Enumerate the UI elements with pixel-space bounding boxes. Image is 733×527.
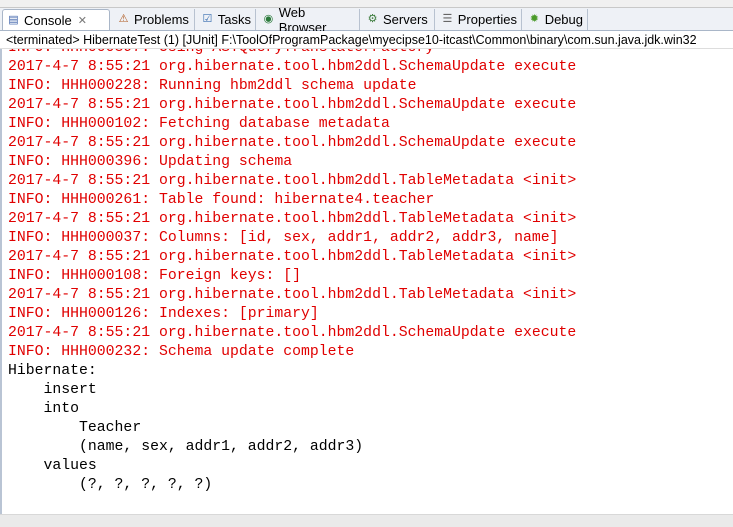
tab-label: Console [24,12,72,28]
tab-label: Debug [544,12,583,27]
console-line: 2017-4-7 8:55:21 org.hibernate.tool.hbm2… [8,325,577,341]
bug-icon: ✹ [529,13,539,25]
console-line: Teacher [8,420,142,436]
console-line: insert [8,382,106,398]
console-line: 2017-4-7 8:55:21 org.hibernate.tool.hbm2… [8,135,577,151]
tab-debug[interactable]: ✹ Debug [524,9,588,30]
console-lines: INFO: HHH000397: Using ASTQueryTranslato… [8,49,576,495]
top-edge [0,0,733,8]
console-icon: ▤ [8,13,19,26]
console-line: values [8,458,97,474]
console-line: Hibernate: [8,363,106,379]
console-line: INFO: HHH000126: Indexes: [primary] [8,306,319,322]
tab-label: Problems [134,12,189,27]
console-line: INFO: HHH000037: Columns: [id, sex, addr… [8,230,559,246]
console-line: INFO: HHH000108: Foreign keys: [] [8,268,302,284]
console-line: 2017-4-7 8:55:21 org.hibernate.tool.hbm2… [8,59,577,75]
tab-problems[interactable]: ⚠ Problems [113,9,195,30]
tab-properties[interactable]: ☰ Properties [437,9,522,30]
tab-servers[interactable]: ⚙ Servers [362,9,435,30]
console-line: 2017-4-7 8:55:21 org.hibernate.tool.hbm2… [8,97,577,113]
tab-tasks[interactable]: ☑ Tasks [197,9,256,30]
console-line: INFO: HHH000396: Updating schema [8,154,293,170]
close-icon[interactable]: ✕ [78,14,87,27]
console-line: (name, sex, addr1, addr2, addr3) [8,439,373,455]
tasks-icon: ☑ [202,13,213,25]
console-line: INFO: HHH000261: Table found: hibernate4… [8,192,435,208]
tab-label: Tasks [217,12,251,27]
console-line: INFO: HHH000232: Schema update complete [8,344,355,360]
console-line: 2017-4-7 8:55:21 org.hibernate.tool.hbm2… [8,173,577,189]
horizontal-scrollbar[interactable] [0,514,733,527]
servers-icon: ⚙ [367,13,378,25]
tab-label: Servers [383,12,428,27]
properties-icon: ☰ [442,13,453,25]
console-status-line: <terminated> HibernateTest (1) [JUnit] F… [0,31,733,49]
tab-web-browser[interactable]: ◉ Web Browser [258,5,360,35]
console-line: 2017-4-7 8:55:21 org.hibernate.tool.hbm2… [8,249,577,265]
console-line: INFO: HHH000228: Running hbm2ddl schema … [8,78,417,94]
problems-icon: ⚠ [118,13,129,25]
globe-icon: ◉ [263,13,274,25]
console-output[interactable]: INFO: HHH000397: Using ASTQueryTranslato… [0,49,733,514]
console-line: INFO: HHH000102: Fetching database metad… [8,116,390,132]
tab-label: Properties [457,12,517,27]
tab-label: Web Browser [278,4,327,35]
console-line: 2017-4-7 8:55:21 org.hibernate.tool.hbm2… [8,287,577,303]
console-line: into [8,401,80,417]
console-line: (?, ?, ?, ?, ?) [8,477,213,493]
console-line: 2017-4-7 8:55:21 org.hibernate.tool.hbm2… [8,211,577,227]
console-line: INFO: HHH000397: Using ASTQueryTranslato… [8,49,576,58]
view-tab-bar: ▤ Console ✕ ⚠ Problems ☑ Tasks ◉ Web Browser ⚙ Ser… [0,5,733,35]
tab-console[interactable]: ▤ Console ✕ [2,9,110,30]
